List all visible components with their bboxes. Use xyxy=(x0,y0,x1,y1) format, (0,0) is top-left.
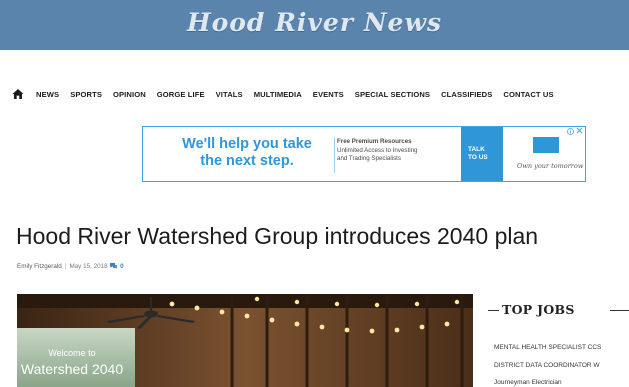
ad-banner[interactable]: We'll help you take the next step. Free … xyxy=(142,126,586,182)
comment-count: 0 xyxy=(120,263,124,270)
article-photo[interactable]: Welcome to Watershed 2040 xyxy=(17,294,473,387)
ad-talk-button[interactable]: TALK TO US xyxy=(461,127,503,181)
nav-item-gorge-life[interactable]: GORGE LIFE xyxy=(157,90,205,99)
ad-brand-logo xyxy=(533,137,559,153)
nav-item-multimedia[interactable]: MULTIMEDIA xyxy=(254,90,302,99)
meta-separator: | xyxy=(64,263,67,270)
nav-item-contact-us[interactable]: CONTACT US xyxy=(503,90,553,99)
comment-bubble-icon xyxy=(110,263,118,269)
ad-copy-line-3: and Trading Specialists xyxy=(337,155,401,162)
article-date: May 15, 2018 xyxy=(69,263,108,270)
nav-item-news[interactable]: NEWS xyxy=(36,90,59,99)
ad-cta-line-2: TO US xyxy=(468,154,488,161)
top-jobs-heading: TOP JOBS xyxy=(502,302,575,317)
photo-sign-line-2: Watershed 2040 xyxy=(21,361,123,377)
nav-item-events[interactable]: EVENTS xyxy=(313,90,344,99)
job-link[interactable]: DISTRICT DATA COORDINATOR W xyxy=(494,362,600,369)
ad-brand-tagline: Own your tomorrow xyxy=(517,162,584,170)
nav-item-opinion[interactable]: OPINION xyxy=(113,90,146,99)
nav-item-sports[interactable]: SPORTS xyxy=(70,90,102,99)
ad-copy-line-1: Free Premium Resources xyxy=(337,138,412,145)
heading-rule-left xyxy=(488,310,499,311)
article-meta: Emily Fitzgerald | May 15, 2018 0 xyxy=(17,262,124,270)
ad-headline: We'll help you take the next step. xyxy=(165,136,329,170)
masthead: Hood River News xyxy=(0,0,629,50)
ad-copy-line-2: Unlimited Access to Investing xyxy=(337,146,418,154)
photo-sign-line-1: Welcome to xyxy=(48,348,95,358)
ad-copy: Free Premium Resources Unlimited Access … xyxy=(337,138,417,164)
main-nav: NEWS SPORTS OPINION GORGE LIFE VITALS MU… xyxy=(12,86,629,102)
article-title: Hood River Watershed Group introduces 20… xyxy=(16,223,539,249)
ad-cta-line-1: TALK xyxy=(468,146,485,153)
site-logo[interactable]: Hood River News xyxy=(0,8,629,37)
comments-link[interactable]: 0 xyxy=(109,263,124,270)
nav-item-classifieds[interactable]: CLASSIFIEDS xyxy=(441,90,492,99)
top-jobs-heading-row: TOP JOBS xyxy=(488,302,629,318)
article-photo-scene: Welcome to Watershed 2040 xyxy=(17,294,473,387)
ad-brand: Own your tomorrow xyxy=(503,127,585,181)
close-icon[interactable] xyxy=(576,127,583,134)
ad-headline-line-2: the next step. xyxy=(200,153,294,169)
heading-rule-right xyxy=(610,310,629,311)
job-link[interactable]: Journeyman Electrician xyxy=(494,379,562,386)
ad-info-icon[interactable] xyxy=(567,128,574,135)
home-icon[interactable] xyxy=(12,88,24,100)
nav-item-special-sections[interactable]: SPECIAL SECTIONS xyxy=(355,90,430,99)
job-link[interactable]: MENTAL HEALTH SPECIALIST CCS xyxy=(494,344,601,351)
ad-headline-line-1: We'll help you take xyxy=(182,136,312,152)
article-author[interactable]: Emily Fitzgerald xyxy=(17,263,62,270)
ad-divider xyxy=(334,137,335,173)
nav-item-vitals[interactable]: VITALS xyxy=(216,90,243,99)
